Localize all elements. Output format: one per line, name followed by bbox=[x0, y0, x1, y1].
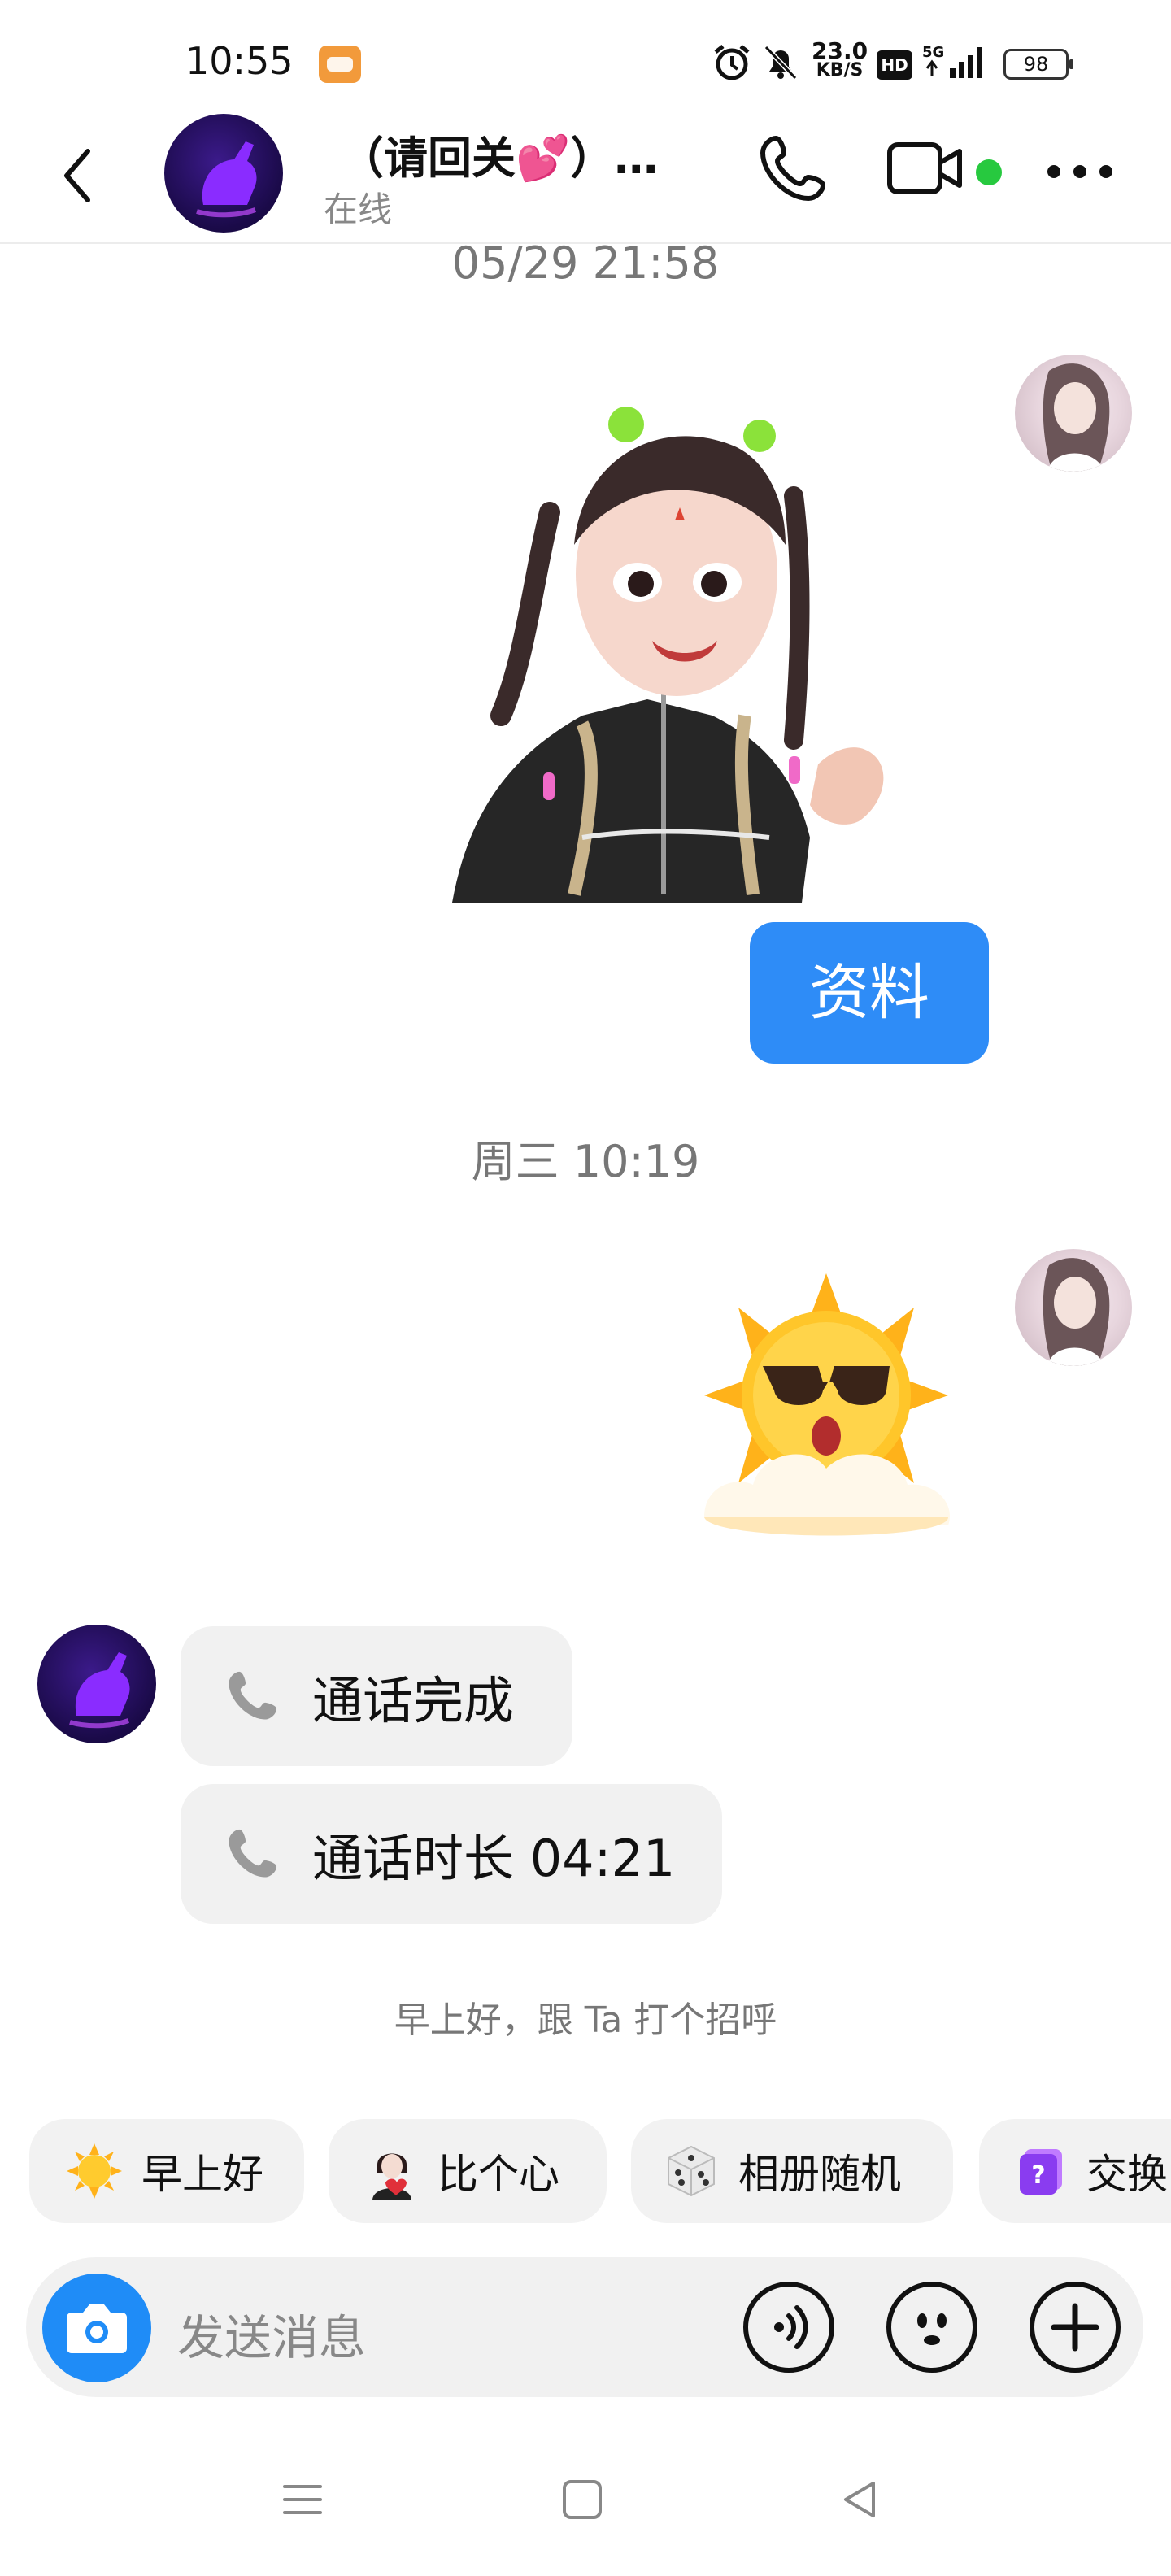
online-status: 在线 bbox=[324, 189, 393, 229]
quick-reply-chip[interactable]: 相册随机 bbox=[631, 2119, 953, 2223]
status-time: 10:55 bbox=[185, 39, 294, 83]
svg-text:?: ? bbox=[1031, 2161, 1045, 2190]
call-status-text: 通话完成 bbox=[312, 1671, 515, 1730]
more-options-icon[interactable] bbox=[1046, 159, 1114, 184]
quick-reply-label: 相册随机 bbox=[738, 2151, 901, 2198]
call-duration-text: 通话时长 04:21 bbox=[312, 1829, 676, 1888]
mute-bell-icon bbox=[764, 45, 798, 80]
plus-icon bbox=[1051, 2303, 1099, 2352]
my-avatar[interactable] bbox=[1015, 1249, 1132, 1366]
smiley-icon bbox=[917, 2313, 947, 2345]
add-more-button[interactable] bbox=[1030, 2282, 1121, 2373]
home-nav-icon[interactable] bbox=[559, 2477, 605, 2522]
greeting-hint: 早上好，跟 Ta 打个招呼 bbox=[394, 1999, 777, 2041]
quick-reply-chip[interactable]: 比个心 bbox=[329, 2119, 607, 2223]
voice-call-icon[interactable] bbox=[753, 130, 831, 208]
status-bar: 10:55 23.0 KB/S HD 5G 98 bbox=[0, 0, 1171, 114]
dice-icon bbox=[668, 2145, 715, 2197]
back-arrow-icon[interactable] bbox=[57, 143, 98, 208]
app-notification-icon bbox=[319, 46, 361, 83]
quick-reply-chip[interactable]: 早上好 bbox=[29, 2119, 304, 2223]
online-dot bbox=[976, 159, 1002, 185]
contact-avatar[interactable] bbox=[164, 114, 283, 233]
message-timestamp: 周三 10:19 bbox=[471, 1136, 700, 1187]
my-avatar[interactable] bbox=[1015, 355, 1132, 472]
contact-avatar[interactable] bbox=[37, 1625, 156, 1743]
system-navigation-bar bbox=[0, 2448, 1171, 2561]
back-nav-icon[interactable] bbox=[838, 2477, 883, 2522]
sun-emoji-icon bbox=[67, 2143, 122, 2199]
voice-message-button[interactable] bbox=[743, 2282, 834, 2373]
sun-sticker[interactable] bbox=[688, 1273, 964, 1550]
message-input[interactable]: 发送消息 bbox=[177, 2300, 366, 2368]
heart-gesture-avatar-icon bbox=[372, 2153, 411, 2200]
battery-indicator: 98 bbox=[1003, 49, 1073, 80]
message-bubble[interactable]: 资料 bbox=[750, 922, 989, 1064]
emoji-button[interactable] bbox=[886, 2282, 977, 2373]
menu-nav-icon[interactable] bbox=[280, 2477, 325, 2522]
message-input-bar: 发送消息 bbox=[26, 2257, 1143, 2397]
quick-reply-label: 交换 bbox=[1086, 2151, 1168, 2198]
hd-voice-badge: HD bbox=[877, 50, 912, 80]
message-timestamp: 05/29 21:58 bbox=[451, 237, 720, 289]
quick-reply-label: 早上好 bbox=[141, 2151, 263, 2198]
question-card-icon: ? bbox=[1020, 2149, 1062, 2195]
camera-button[interactable] bbox=[42, 2274, 151, 2382]
call-record-bubble[interactable]: 通话时长 04:21 bbox=[181, 1784, 722, 1924]
voice-wave-icon bbox=[774, 2305, 808, 2349]
network-speed: 23.0 KB/S bbox=[812, 37, 868, 80]
video-call-icon[interactable] bbox=[886, 137, 964, 202]
avatar-sticker[interactable] bbox=[452, 382, 899, 903]
phone-icon bbox=[229, 1671, 277, 1720]
camera-icon bbox=[67, 2304, 127, 2353]
call-record-bubble[interactable]: 通话完成 bbox=[181, 1626, 572, 1766]
chat-header: （请回关💕）… 在线 bbox=[0, 114, 1171, 244]
quick-reply-chip[interactable]: ? 交换 bbox=[979, 2119, 1171, 2223]
phone-icon bbox=[229, 1829, 277, 1878]
chat-title: （请回关💕）… bbox=[340, 133, 659, 184]
quick-reply-label: 比个心 bbox=[437, 2151, 559, 2198]
alarm-icon bbox=[714, 45, 750, 80]
